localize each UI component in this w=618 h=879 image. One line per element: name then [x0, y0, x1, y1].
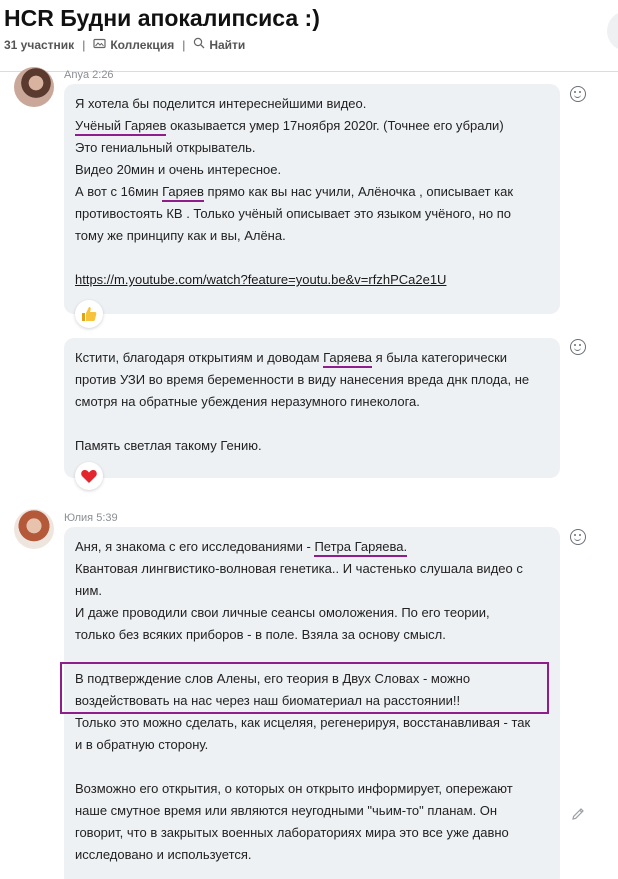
- text-line: смотря на обратные убеждения неразумного…: [75, 394, 420, 409]
- search-icon: [193, 37, 205, 52]
- author-name[interactable]: Юлия: [64, 512, 93, 524]
- author-name[interactable]: Anya: [64, 69, 89, 81]
- avatar[interactable]: [14, 509, 54, 549]
- text-line: против УЗИ во время беременности в виду …: [75, 372, 530, 387]
- thumbs-up-reaction[interactable]: [75, 300, 103, 328]
- text-line: Аня, я знакома с его исследованиями - Пе…: [75, 536, 530, 558]
- edit-icon[interactable]: [570, 806, 586, 825]
- text-line: [75, 247, 513, 269]
- avatar[interactable]: [14, 67, 54, 107]
- message-time: 5:39: [96, 512, 118, 524]
- message-bubble[interactable]: Кстити, благодаря открытиям и доводам Га…: [64, 338, 560, 478]
- text-line: Кстити, благодаря открытиям и доводам Га…: [75, 347, 529, 369]
- text-line: наше смутное время или являются неугодны…: [75, 803, 498, 818]
- add-reaction-icon[interactable]: [570, 86, 586, 102]
- thumbs-up-icon: [82, 307, 97, 321]
- highlighted-name: Учёный Гаряев: [75, 118, 167, 136]
- message-meta: Юлия 5:39: [64, 512, 118, 524]
- chat-subbar: 31 участник | Коллекция | Найти: [4, 37, 245, 52]
- chat-title: HCR Будни апокалипсиса :): [4, 5, 320, 31]
- message-bubble[interactable]: Я хотела бы поделится интереснейшими вид…: [64, 84, 560, 314]
- text-line: Только это можно сделать, как исцеляя, р…: [75, 715, 531, 730]
- text-line: Учёный Гаряев оказывается умер 17ноября …: [75, 115, 513, 137]
- message-meta: Anya 2:26: [64, 69, 114, 81]
- text-line: Видео 20мин и очень интересное.: [75, 162, 282, 177]
- heart-icon: [81, 470, 97, 483]
- header-action-button[interactable]: [607, 11, 618, 51]
- highlighted-name: Гаряев: [162, 184, 204, 202]
- text-line: [75, 413, 529, 435]
- find-link[interactable]: Найти: [209, 38, 245, 52]
- add-reaction-icon[interactable]: [570, 529, 586, 545]
- message-text: Кстити, благодаря открытиям и доводам Га…: [75, 347, 529, 457]
- text-line: [75, 756, 530, 778]
- collection-link[interactable]: Коллекция: [110, 38, 174, 52]
- divider: |: [182, 37, 186, 52]
- add-reaction-icon[interactable]: [570, 339, 586, 355]
- highlighted-name: Гаряева: [323, 350, 372, 368]
- divider: |: [82, 37, 86, 52]
- message-text: Я хотела бы поделится интереснейшими вид…: [75, 93, 513, 291]
- text-line: Это гениальный открыватель.: [75, 140, 256, 155]
- text-line: исследовано и используется.: [75, 847, 252, 862]
- chat-header: HCR Будни апокалипсиса :) 31 участник | …: [0, 0, 618, 72]
- text-line: И даже проводили свои личные сеансы омол…: [75, 605, 490, 620]
- video-link[interactable]: https://m.youtube.com/watch?feature=yout…: [75, 269, 513, 291]
- text-line: ним.: [75, 583, 102, 598]
- text-line: Память светлая такому Гению.: [75, 438, 262, 453]
- text-line: только без всяких приборов - в поле. Взя…: [75, 627, 446, 642]
- text-line: Я хотела бы поделится интереснейшими вид…: [75, 96, 367, 111]
- heart-reaction[interactable]: [75, 462, 103, 490]
- text-line: тому же принципу как и вы, Алёна.: [75, 228, 286, 243]
- text-line: противостоять КВ . Только учёный описыва…: [75, 206, 512, 221]
- gallery-icon: [93, 38, 106, 52]
- message-time: 2:26: [92, 69, 114, 81]
- text-line: и в обратную сторону.: [75, 737, 209, 752]
- highlight-annotation: [60, 662, 549, 714]
- participants-count[interactable]: 31 участник: [4, 38, 74, 52]
- text-line: говорит, что в закрытых военных лаборато…: [75, 825, 509, 840]
- text-line: Квантовая лингвистико-волновая генетика.…: [75, 561, 523, 576]
- text-line: Возможно его открытия, о которых он откр…: [75, 781, 513, 796]
- text-line: А вот с 16мин Гаряев прямо как вы нас уч…: [75, 181, 513, 203]
- highlighted-name: Петра Гаряева.: [314, 539, 408, 557]
